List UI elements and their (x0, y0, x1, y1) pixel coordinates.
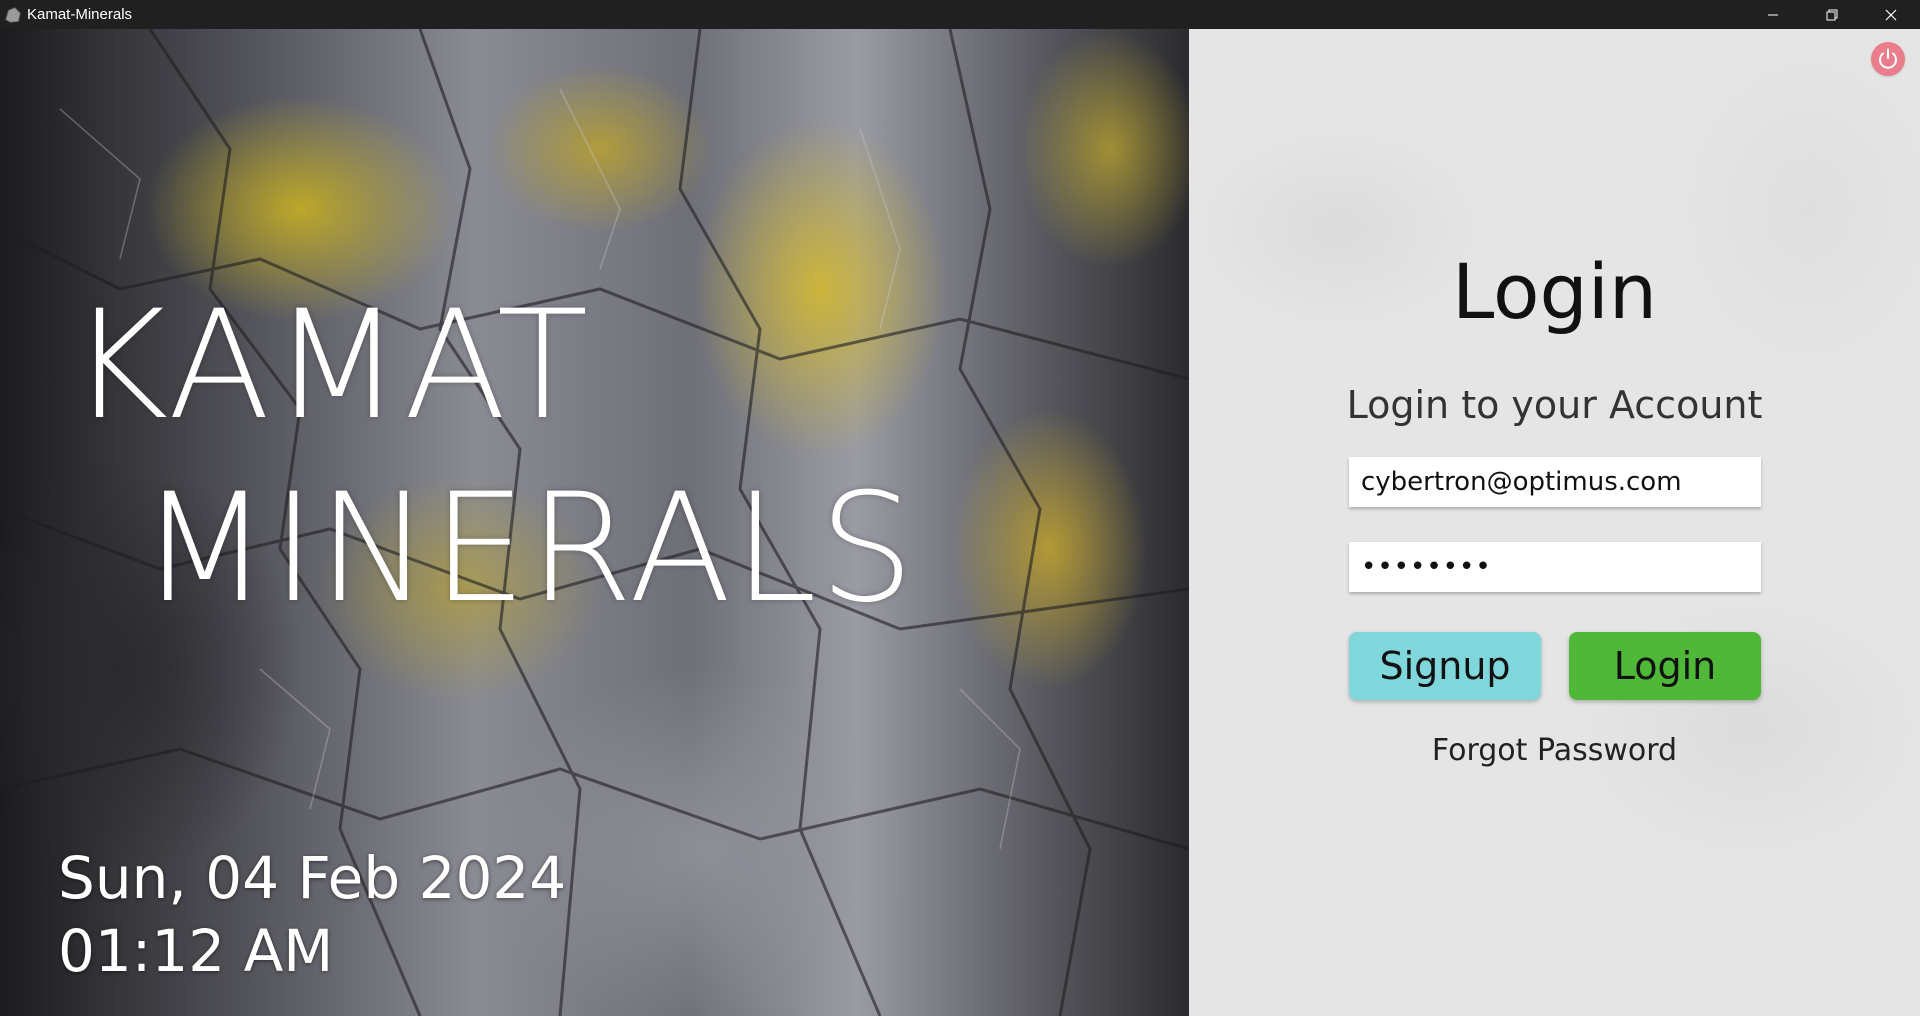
title-bar: Kamat-Minerals (0, 0, 1920, 29)
close-icon (1885, 9, 1896, 20)
power-icon (1879, 48, 1897, 69)
login-heading: Login (1451, 247, 1658, 336)
current-date: Sun, 04 Feb 2024 (58, 844, 567, 912)
minimize-button[interactable] (1743, 0, 1802, 29)
close-button[interactable] (1861, 0, 1920, 29)
brand-title-line2: MINERALS (140, 462, 917, 636)
email-field[interactable] (1349, 457, 1761, 507)
login-button[interactable]: Login (1569, 632, 1761, 700)
restore-icon (1826, 9, 1837, 20)
power-button[interactable] (1871, 42, 1905, 76)
forgot-password-link[interactable]: Forgot Password (1189, 736, 1920, 766)
login-panel: Login Login to your Account Signup Login… (1189, 29, 1920, 1016)
rock-background-image: KAMAT MINERALS Sun, 04 Feb 2024 01:12 AM (0, 29, 1189, 1016)
mineral-rock-icon (5, 6, 21, 23)
signup-button[interactable]: Signup (1349, 632, 1541, 700)
login-subtitle: Login to your Account (1346, 383, 1763, 427)
minimize-icon (1767, 14, 1778, 15)
restore-button[interactable] (1802, 0, 1861, 29)
brand-title-line1: KAMAT (70, 279, 591, 453)
password-field[interactable] (1349, 542, 1761, 592)
window-title: Kamat-Minerals (27, 6, 133, 23)
current-time: 01:12 AM (58, 917, 334, 985)
window-controls (1743, 0, 1920, 29)
